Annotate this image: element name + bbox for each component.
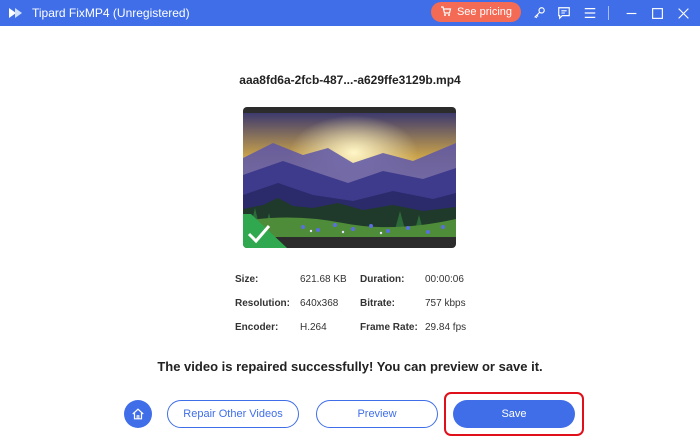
title-bar-separator	[608, 6, 609, 20]
logo-icon	[8, 6, 24, 20]
check-icon	[243, 214, 287, 248]
resolution-value: 640x368	[300, 298, 339, 309]
bitrate-value: 757 kbps	[425, 298, 466, 309]
minimize-icon[interactable]	[622, 4, 640, 22]
app-window: Tipard FixMP4 (Unregistered) See pricing…	[0, 0, 700, 448]
bitrate-label: Bitrate:	[360, 298, 396, 309]
video-thumbnail[interactable]	[243, 107, 456, 248]
window-title: Tipard FixMP4 (Unregistered)	[32, 6, 190, 20]
repair-other-videos-button[interactable]: Repair Other Videos	[167, 400, 299, 428]
size-label: Size:	[235, 274, 259, 285]
cart-icon	[440, 5, 452, 20]
feedback-icon[interactable]	[555, 4, 573, 22]
see-pricing-button[interactable]: See pricing	[431, 2, 521, 22]
size-value: 621.68 KB	[300, 274, 347, 285]
encoder-label: Encoder:	[235, 322, 279, 333]
maximize-icon[interactable]	[648, 4, 666, 22]
close-icon[interactable]	[674, 4, 692, 22]
preview-button[interactable]: Preview	[316, 400, 438, 428]
duration-value: 00:00:06	[425, 274, 464, 285]
menu-icon[interactable]	[581, 4, 599, 22]
home-icon	[132, 408, 144, 420]
framerate-value: 29.84 fps	[425, 322, 467, 333]
framerate-label: Frame Rate:	[360, 322, 418, 333]
save-button[interactable]: Save	[453, 400, 575, 428]
key-icon[interactable]	[530, 4, 548, 22]
success-message: The video is repaired successfully! You …	[157, 359, 543, 374]
title-bar: Tipard FixMP4 (Unregistered) See pricing	[0, 0, 700, 26]
see-pricing-label: See pricing	[456, 6, 513, 18]
resolution-label: Resolution:	[235, 298, 290, 309]
file-name: aaa8fd6a-2fcb-487...-a629ffe3129b.mp4	[239, 73, 461, 87]
encoder-value: H.264	[300, 322, 327, 333]
home-button[interactable]	[124, 400, 152, 428]
duration-label: Duration:	[360, 274, 405, 285]
